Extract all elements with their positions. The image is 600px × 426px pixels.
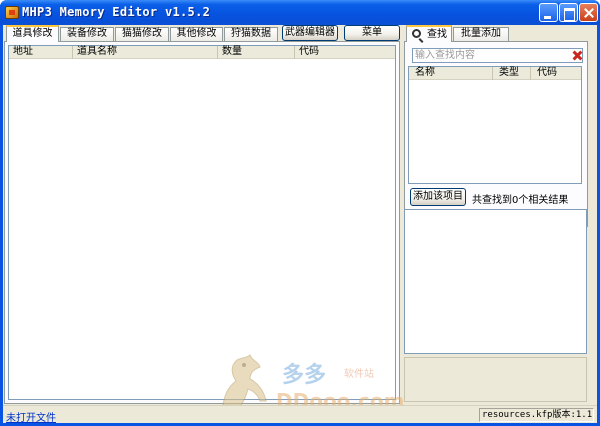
tab-search[interactable]: 查找 (406, 25, 452, 42)
app-icon[interactable] (5, 6, 19, 19)
maximize-button[interactable] (559, 3, 578, 22)
column-code[interactable]: 代码 (295, 46, 395, 59)
tab-cat-edit[interactable]: 猫猫修改 (115, 27, 169, 41)
column-name[interactable]: 名称 (409, 67, 493, 80)
item-list-header: 地址 道具名称 数量 代码 (9, 46, 395, 59)
add-item-button[interactable]: 添加该项目 (410, 188, 466, 206)
tab-hunt-cat-data[interactable]: 狩猫数据 (224, 27, 278, 41)
column-item-name[interactable]: 道具名称 (73, 46, 218, 59)
tab-equipment-edit[interactable]: 装备修改 (60, 27, 114, 41)
status-bar: 未打开文件 resources.kfp版本:1.1.5 (3, 405, 597, 424)
open-file-link[interactable]: 未打开文件 (6, 409, 56, 424)
minimize-icon (540, 4, 557, 21)
search-placeholder: 输入查找内容 (415, 50, 475, 61)
column-address[interactable]: 地址 (9, 46, 73, 59)
tab-batch-add[interactable]: 批量添加 (453, 27, 509, 41)
item-list[interactable]: 地址 道具名称 数量 代码 多多 软件站 DDooo.com (8, 45, 404, 413)
search-results-list[interactable]: 名称 类型 代码 (408, 66, 582, 184)
search-input[interactable]: 输入查找内容 (412, 48, 583, 63)
results-header: 名称 类型 代码 (409, 67, 581, 80)
search-panel: 输入查找内容 名称 类型 代码 添加该项目 共查找到0个相关结果 (404, 41, 588, 227)
client-area: 道具修改 装备修改 猫猫修改 其他修改 狩猫数据 武器编辑器 菜单 地址 道具名… (3, 25, 597, 424)
minimize-button[interactable] (539, 3, 558, 22)
tab-label: 批量添加 (461, 28, 501, 39)
tab-label: 道具修改 (12, 28, 53, 39)
tab-label: 狩猫数据 (231, 28, 271, 39)
info-box (404, 357, 587, 402)
clear-search-icon[interactable] (572, 50, 583, 61)
menu-button[interactable]: 菜单 (344, 25, 400, 41)
resource-version-status: resources.kfp版本:1.1.5 (479, 408, 594, 422)
weapon-editor-button[interactable]: 武器编辑器 (282, 25, 338, 41)
search-icon (412, 29, 421, 38)
results-count-text: 共查找到0个相关结果 (472, 195, 569, 206)
title-bar[interactable]: MHP3 Memory Editor v1.5.2 (0, 0, 600, 25)
tab-label: 装备修改 (67, 28, 107, 39)
tab-label: 其他修改 (176, 28, 217, 39)
tab-label: 猫猫修改 (122, 28, 162, 39)
item-edit-panel: 地址 道具名称 数量 代码 多多 软件站 DDooo.com (4, 41, 404, 413)
watermark-subtitle: 软件站 (344, 369, 374, 380)
tab-item-edit[interactable]: 道具修改 (6, 25, 59, 42)
tab-other-edit[interactable]: 其他修改 (170, 27, 223, 41)
tab-label: 查找 (427, 29, 447, 40)
window-title: MHP3 Memory Editor v1.5.2 (22, 5, 211, 19)
watermark-brand: 多多 (282, 363, 327, 388)
column-type[interactable]: 类型 (493, 67, 531, 80)
maximize-icon (560, 4, 577, 21)
close-icon (580, 4, 597, 21)
column-result-code[interactable]: 代码 (531, 67, 581, 80)
app-window: MHP3 Memory Editor v1.5.2 道具修改 装备修改 猫猫修改… (0, 0, 600, 426)
close-button[interactable] (579, 3, 598, 22)
column-quantity[interactable]: 数量 (218, 46, 295, 59)
item-detail-box[interactable] (404, 209, 587, 354)
